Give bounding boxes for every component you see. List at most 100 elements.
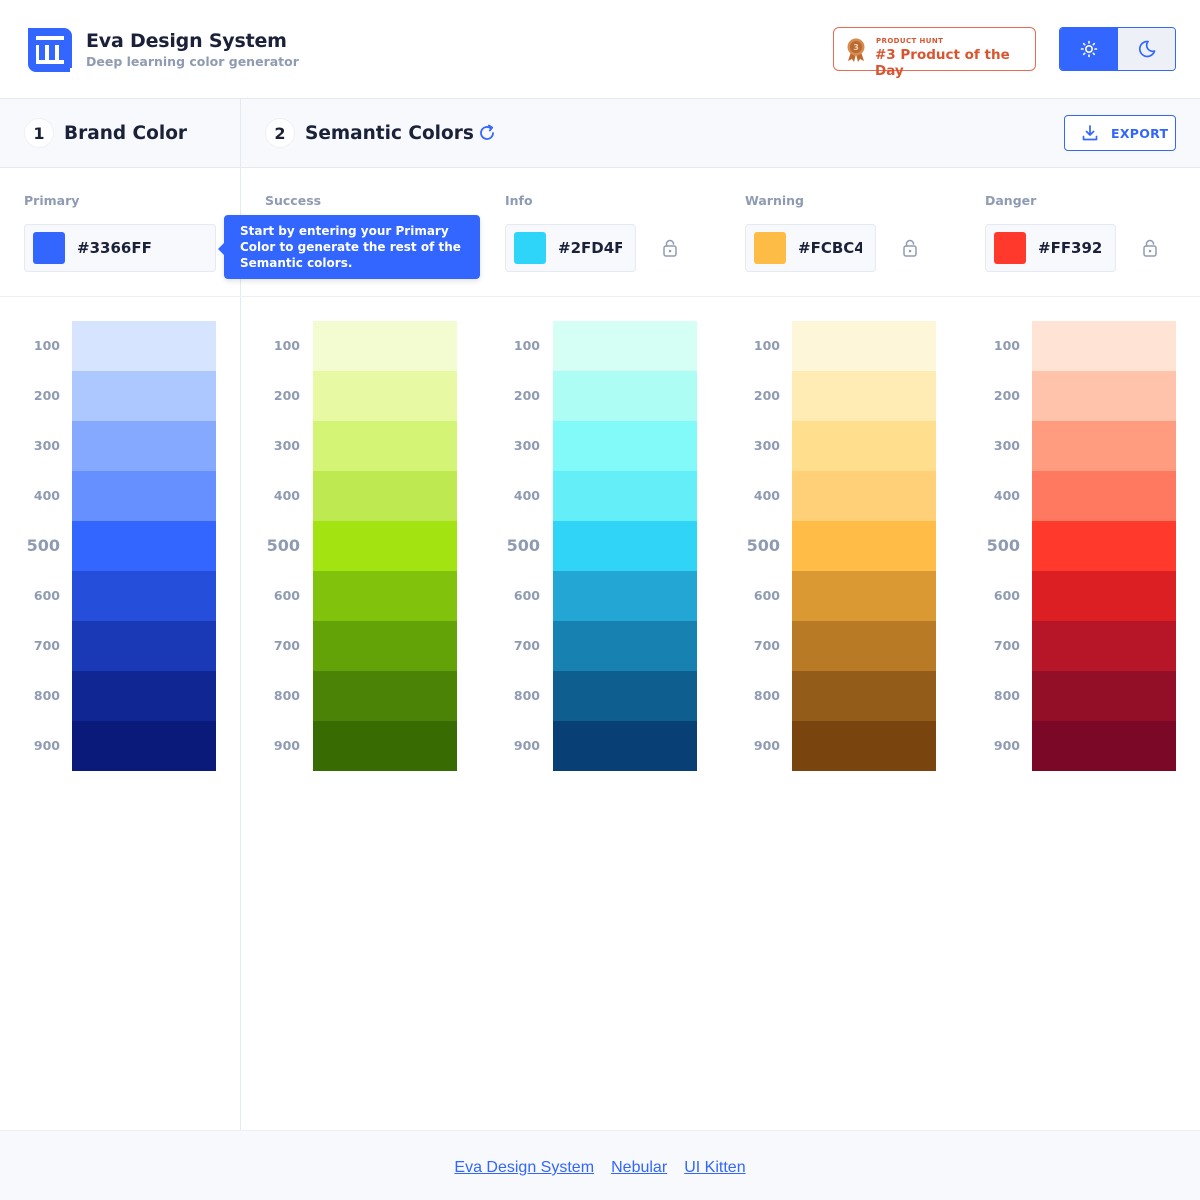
danger-shade-300[interactable] bbox=[1032, 421, 1176, 471]
success-shade-400[interactable] bbox=[313, 471, 457, 521]
shade-label: 500 bbox=[506, 536, 540, 555]
shade-label: 500 bbox=[266, 536, 300, 555]
shade-label: 100 bbox=[753, 338, 780, 353]
info-shade-600[interactable] bbox=[553, 571, 697, 621]
shade-label: 800 bbox=[753, 688, 780, 703]
primary-shade-700[interactable] bbox=[72, 621, 216, 671]
lock-icon[interactable] bbox=[1142, 238, 1158, 258]
step-brand-color: 1 Brand Color bbox=[24, 118, 187, 148]
refresh-icon[interactable] bbox=[477, 123, 497, 143]
export-label: EXPORT bbox=[1111, 125, 1169, 141]
shade-label: 600 bbox=[273, 588, 300, 603]
danger-shade-100[interactable] bbox=[1032, 321, 1176, 371]
shade-label: 800 bbox=[33, 688, 60, 703]
shade-label: 400 bbox=[33, 488, 60, 503]
product-hunt-rank-text: #3 Product of the Day bbox=[875, 47, 1010, 79]
danger-swatch[interactable] bbox=[994, 232, 1026, 264]
danger-shade-800[interactable] bbox=[1032, 671, 1176, 721]
lock-icon[interactable] bbox=[902, 238, 918, 258]
primary-swatch[interactable] bbox=[33, 232, 65, 264]
info-shade-500[interactable] bbox=[553, 521, 697, 571]
warning-shade-600[interactable] bbox=[792, 571, 936, 621]
dark-theme-button[interactable] bbox=[1118, 28, 1175, 70]
primary-color-input[interactable]: #3366FF bbox=[24, 224, 216, 272]
shade-label: 600 bbox=[513, 588, 540, 603]
shade-label: 800 bbox=[993, 688, 1020, 703]
info-shade-400[interactable] bbox=[553, 471, 697, 521]
footer-link-nebular[interactable]: Nebular bbox=[611, 1159, 667, 1176]
warning-shade-300[interactable] bbox=[792, 421, 936, 471]
info-shade-200[interactable] bbox=[553, 371, 697, 421]
info-hex-value[interactable]: #2FD4F9 bbox=[558, 225, 622, 271]
shade-label: 300 bbox=[753, 438, 780, 453]
danger-shade-700[interactable] bbox=[1032, 621, 1176, 671]
warning-shade-100[interactable] bbox=[792, 321, 936, 371]
light-theme-button[interactable] bbox=[1060, 28, 1118, 70]
warning-shade-700[interactable] bbox=[792, 621, 936, 671]
footer-link-ui-kitten[interactable]: UI Kitten bbox=[684, 1159, 745, 1176]
info-color-input[interactable]: #2FD4F9 bbox=[505, 224, 636, 272]
primary-shade-600[interactable] bbox=[72, 571, 216, 621]
primary-shade-800[interactable] bbox=[72, 671, 216, 721]
warning-hex-value[interactable]: #FCBC46 bbox=[798, 225, 862, 271]
shade-label: 400 bbox=[993, 488, 1020, 503]
product-hunt-badge[interactable]: 3 PRODUCT HUNT #3 Product of the Day bbox=[833, 27, 1036, 79]
info-shade-700[interactable] bbox=[553, 621, 697, 671]
shade-label: 300 bbox=[33, 438, 60, 453]
shade-label: 100 bbox=[513, 338, 540, 353]
shade-label: 900 bbox=[513, 738, 540, 753]
info-shade-100[interactable] bbox=[553, 321, 697, 371]
primary-shade-400[interactable] bbox=[72, 471, 216, 521]
warning-shade-900[interactable] bbox=[792, 721, 936, 771]
app-header: Eva Design System Deep learning color ge… bbox=[0, 0, 1200, 99]
danger-shade-900[interactable] bbox=[1032, 721, 1176, 771]
info-label: Info bbox=[505, 193, 533, 208]
shade-label: 700 bbox=[513, 638, 540, 653]
lock-icon[interactable] bbox=[662, 238, 678, 258]
step-semantic-colors: 2 Semantic Colors bbox=[265, 118, 474, 148]
success-shade-300[interactable] bbox=[313, 421, 457, 471]
shade-label: 900 bbox=[33, 738, 60, 753]
danger-shade-600[interactable] bbox=[1032, 571, 1176, 621]
success-shade-900[interactable] bbox=[313, 721, 457, 771]
primary-shade-100[interactable] bbox=[72, 321, 216, 371]
success-shade-100[interactable] bbox=[313, 321, 457, 371]
shade-label: 200 bbox=[993, 388, 1020, 403]
warning-shade-800[interactable] bbox=[792, 671, 936, 721]
danger-shade-400[interactable] bbox=[1032, 471, 1176, 521]
danger-hex-value[interactable]: #FF392B bbox=[1038, 225, 1102, 271]
danger-color-input[interactable]: #FF392B bbox=[985, 224, 1116, 272]
info-shade-900[interactable] bbox=[553, 721, 697, 771]
danger-shade-200[interactable] bbox=[1032, 371, 1176, 421]
shade-label: 300 bbox=[273, 438, 300, 453]
primary-shade-300[interactable] bbox=[72, 421, 216, 471]
primary-shade-200[interactable] bbox=[72, 371, 216, 421]
tooltip-text: Start by entering your Primary Color to … bbox=[240, 224, 461, 270]
warning-color-input[interactable]: #FCBC46 bbox=[745, 224, 876, 272]
info-shade-800[interactable] bbox=[553, 671, 697, 721]
warning-shade-400[interactable] bbox=[792, 471, 936, 521]
primary-hex-value[interactable]: #3366FF bbox=[77, 225, 207, 271]
eva-logo-icon[interactable] bbox=[24, 24, 76, 72]
success-shade-500[interactable] bbox=[313, 521, 457, 571]
warning-shade-200[interactable] bbox=[792, 371, 936, 421]
info-shade-300[interactable] bbox=[553, 421, 697, 471]
success-shade-800[interactable] bbox=[313, 671, 457, 721]
shade-label: 900 bbox=[273, 738, 300, 753]
primary-shade-500[interactable] bbox=[72, 521, 216, 571]
footer-link-eva[interactable]: Eva Design System bbox=[454, 1159, 594, 1176]
export-button[interactable]: EXPORT bbox=[1064, 115, 1176, 151]
shade-label: 200 bbox=[753, 388, 780, 403]
warning-shade-500[interactable] bbox=[792, 521, 936, 571]
success-shade-600[interactable] bbox=[313, 571, 457, 621]
info-swatch[interactable] bbox=[514, 232, 546, 264]
primary-shade-900[interactable] bbox=[72, 721, 216, 771]
shade-label: 600 bbox=[993, 588, 1020, 603]
warning-swatch[interactable] bbox=[754, 232, 786, 264]
success-shade-200[interactable] bbox=[313, 371, 457, 421]
shade-label: 500 bbox=[746, 536, 780, 555]
shade-label: 300 bbox=[513, 438, 540, 453]
success-shade-700[interactable] bbox=[313, 621, 457, 671]
shade-label: 200 bbox=[33, 388, 60, 403]
danger-shade-500[interactable] bbox=[1032, 521, 1176, 571]
